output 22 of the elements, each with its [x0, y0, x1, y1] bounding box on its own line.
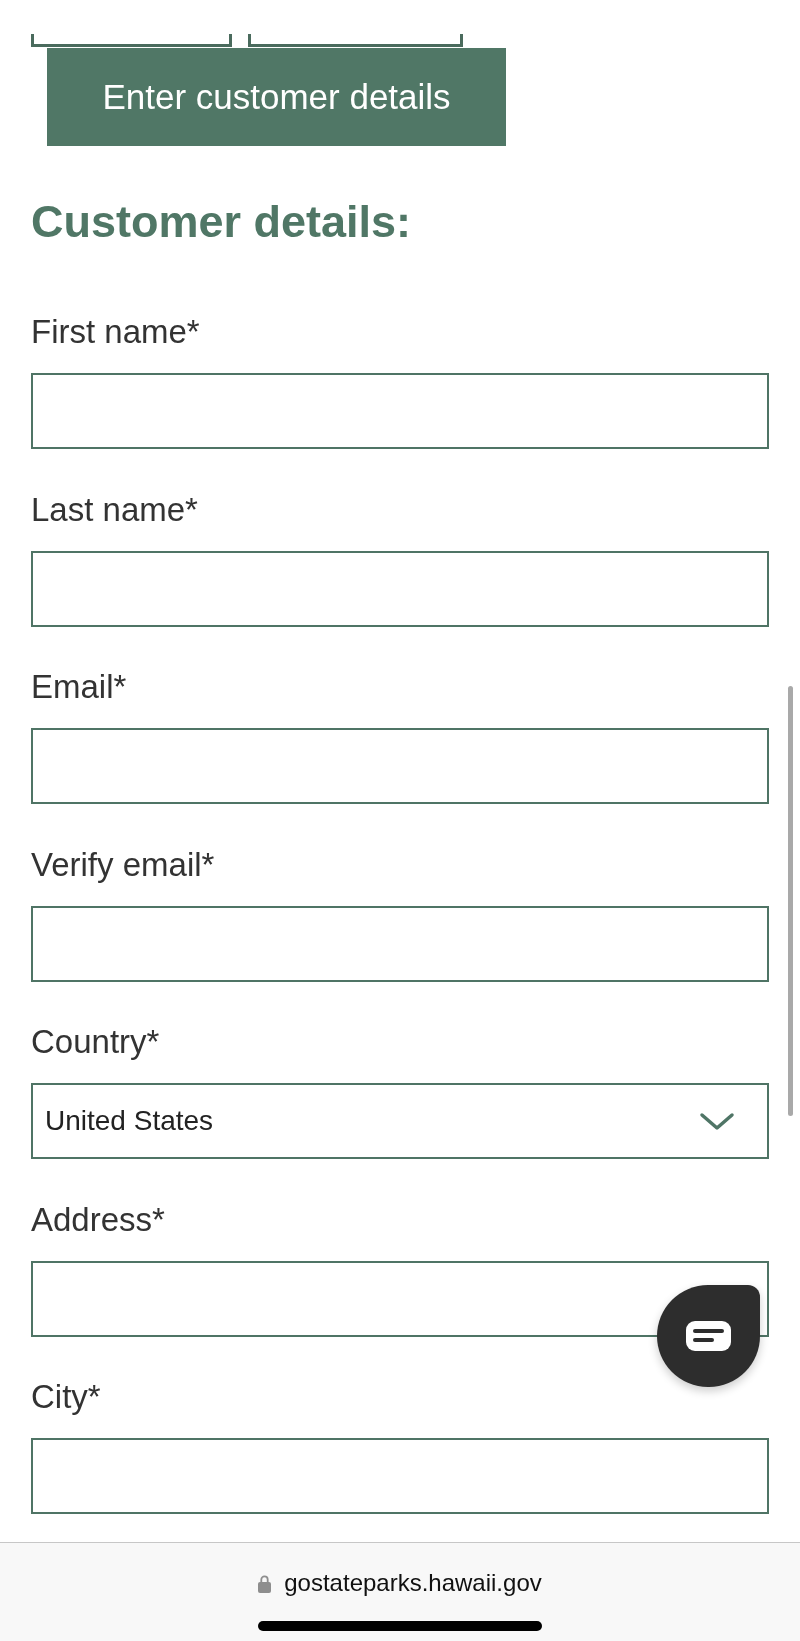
section-heading: Customer details:	[31, 195, 412, 249]
input-field[interactable]	[31, 373, 769, 449]
url-text[interactable]: gostateparks.hawaii.gov	[284, 1569, 542, 1597]
input-field[interactable]	[31, 728, 769, 804]
field-label: First name*	[31, 312, 200, 352]
chat-icon	[686, 1321, 731, 1351]
field-label: Verify email*	[31, 844, 215, 885]
input-field[interactable]	[31, 1438, 769, 1514]
chat-button[interactable]	[657, 1285, 760, 1387]
scrollbar-thumb[interactable]	[788, 686, 793, 1116]
input-field[interactable]	[31, 550, 769, 627]
field-label: Last name*	[31, 489, 198, 530]
field-label: Address*	[31, 1199, 165, 1240]
chevron-down-icon	[699, 1111, 735, 1131]
field-label: City*	[31, 1377, 101, 1417]
country-select[interactable]: United States	[31, 1083, 769, 1159]
lock-icon	[258, 1573, 272, 1593]
enter-details-button[interactable]: Enter customer details	[47, 48, 506, 146]
input-field[interactable]	[31, 905, 769, 982]
field-label: Country*	[31, 1022, 160, 1062]
field-label: Email*	[31, 667, 127, 707]
input-field[interactable]	[31, 1260, 769, 1337]
